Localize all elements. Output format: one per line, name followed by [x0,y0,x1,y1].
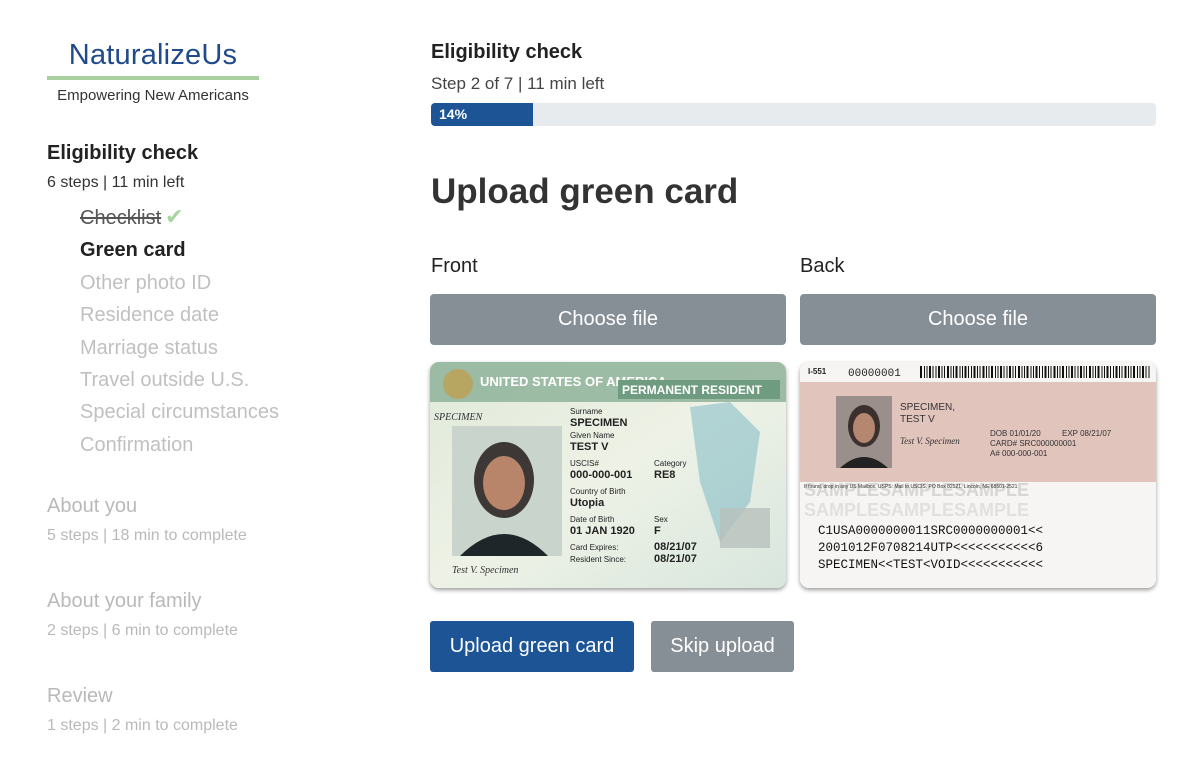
svg-text:If found, drop in any US Mailb: If found, drop in any US Mailbox. USPS: … [804,484,1018,490]
sidebar-section-title: Eligibility check [47,142,199,164]
green-card-back-preview: I-551 00000001 SPECIMEN, TEST V DOB 01/0… [800,362,1156,588]
brand-name: NaturalizeUs [68,39,238,71]
front-label: Front [431,255,478,277]
svg-text:Surname: Surname [570,407,603,416]
page-title: Upload green card [431,172,739,211]
sidebar-step-checklist[interactable]: Checklist ✔ [80,201,279,234]
mrz-line: C1USA0000000011SRC0000000001<< [818,524,1043,538]
svg-text:01 JAN 1920: 01 JAN 1920 [570,525,635,537]
upload-green-card-button[interactable]: Upload green card [430,621,634,672]
svg-text:Sex: Sex [654,515,668,524]
svg-text:00000001: 00000001 [848,368,901,380]
svg-text:Date of Birth: Date of Birth [570,515,614,524]
step-info: Step 2 of 7 | 11 min left [431,74,605,93]
sidebar-section-about-your-family[interactable]: About your family 2 steps | 6 min to com… [47,588,238,640]
svg-text:Utopia: Utopia [570,497,605,509]
svg-text:SPECIMEN: SPECIMEN [570,417,628,429]
sidebar-section-eligibility[interactable]: Eligibility check 6 steps | 11 min left [47,140,198,192]
step-label: Checklist [80,207,162,229]
seal-icon [443,369,473,399]
sidebar-section-about-you[interactable]: About you 5 steps | 18 min to complete [47,493,247,545]
svg-text:08/21/07: 08/21/07 [654,553,697,565]
sidebar-step-special-circumstances[interactable]: Special circumstances [80,396,279,428]
sidebar-section-summary: 2 steps | 6 min to complete [47,622,238,639]
svg-text:CARD# SRC000000001: CARD# SRC000000001 [990,439,1077,448]
skip-upload-button[interactable]: Skip upload [651,621,794,672]
sidebar-step-other-photo-id[interactable]: Other photo ID [80,267,279,299]
svg-text:Given Name: Given Name [570,431,615,440]
svg-text:DOB 01/01/20: DOB 01/01/20 [990,429,1041,438]
sidebar-section-summary: 1 steps | 2 min to complete [47,717,238,734]
sidebar-step-marriage-status[interactable]: Marriage status [80,332,279,364]
sidebar-section-summary: 6 steps | 11 min left [47,174,185,191]
sidebar-step-green-card[interactable]: Green card [80,234,279,266]
sidebar-section-summary: 5 steps | 18 min to complete [47,527,247,544]
choose-file-back-button[interactable]: Choose file [800,294,1156,345]
sidebar-step-confirmation[interactable]: Confirmation [80,429,279,461]
svg-text:TEST V: TEST V [900,414,935,425]
step-label: Special circumstances [80,401,279,424]
svg-text:F: F [654,525,661,537]
svg-text:000-000-001: 000-000-001 [570,469,632,481]
sidebar-section-review[interactable]: Review 1 steps | 2 min to complete [47,683,238,735]
mrz-line: 2001012F0708214UTP<<<<<<<<<<<6 [818,541,1043,555]
section-heading: Eligibility check [431,41,583,63]
svg-text:SPECIMEN,: SPECIMEN, [900,402,955,413]
card-watermark: SPECIMEN [434,412,484,423]
mrz-line: SPECIMEN<<TEST<VOID<<<<<<<<<<< [818,558,1043,572]
step-label: Residence date [80,304,219,327]
svg-text:Card Expires:: Card Expires: [570,543,618,552]
svg-text:Category: Category [654,459,686,468]
back-label: Back [800,255,845,277]
step-label: Other photo ID [80,271,212,294]
brand-tagline: Empowering New Americans [57,87,249,104]
progress-fill: 14% [431,103,533,126]
sidebar-step-travel-outside-us[interactable]: Travel outside U.S. [80,364,279,396]
choose-file-front-button[interactable]: Choose file [430,294,786,345]
green-card-back-image: I-551 00000001 SPECIMEN, TEST V DOB 01/0… [800,362,1156,588]
sidebar-section-title: About your family [47,590,202,612]
brand-underline [47,76,259,80]
step-label: Confirmation [80,433,194,456]
sidebar-section-title: About you [47,495,138,517]
sidebar-step-list: Checklist ✔ Green card Other photo ID Res… [80,201,279,461]
svg-text:Resident Since:: Resident Since: [570,555,626,564]
checkmark-icon: ✔ [165,204,184,229]
sidebar-step-residence-date[interactable]: Residence date [80,299,279,331]
svg-text:I-551: I-551 [808,367,827,376]
green-card-front-image: UNITED STATES OF AMERICA PERMANENT RESID… [430,362,786,588]
card-watermark: SAMPLESAMPLESAMPLE [804,480,1029,500]
svg-text:SAMPLESAMPLESAMPLE: SAMPLESAMPLESAMPLE [804,500,1029,520]
sidebar-section-title: Review [47,685,113,707]
card-banner-right: PERMANENT RESIDENT [622,383,763,397]
svg-text:Test V. Specimen: Test V. Specimen [900,436,960,446]
svg-text:08/21/07: 08/21/07 [654,541,697,553]
svg-text:TEST V: TEST V [570,441,609,453]
svg-text:A# 000-000-001: A# 000-000-001 [990,449,1048,458]
svg-text:USCIS#: USCIS# [570,459,599,468]
green-card-front-preview: UNITED STATES OF AMERICA PERMANENT RESID… [430,362,786,588]
step-label: Travel outside U.S. [80,369,250,392]
step-label: Marriage status [80,336,218,359]
svg-text:EXP 08/21/07: EXP 08/21/07 [1062,429,1112,438]
card-signature: Test V. Specimen [452,565,518,576]
progress-bar: 14% [431,103,1156,126]
svg-text:Country of Birth: Country of Birth [570,487,626,496]
brand-logo[interactable]: NaturalizeUs Empowering New Americans [47,36,259,104]
svg-text:RE8: RE8 [654,469,675,481]
hologram-graphic [720,508,770,548]
step-label: Green card [80,239,186,262]
